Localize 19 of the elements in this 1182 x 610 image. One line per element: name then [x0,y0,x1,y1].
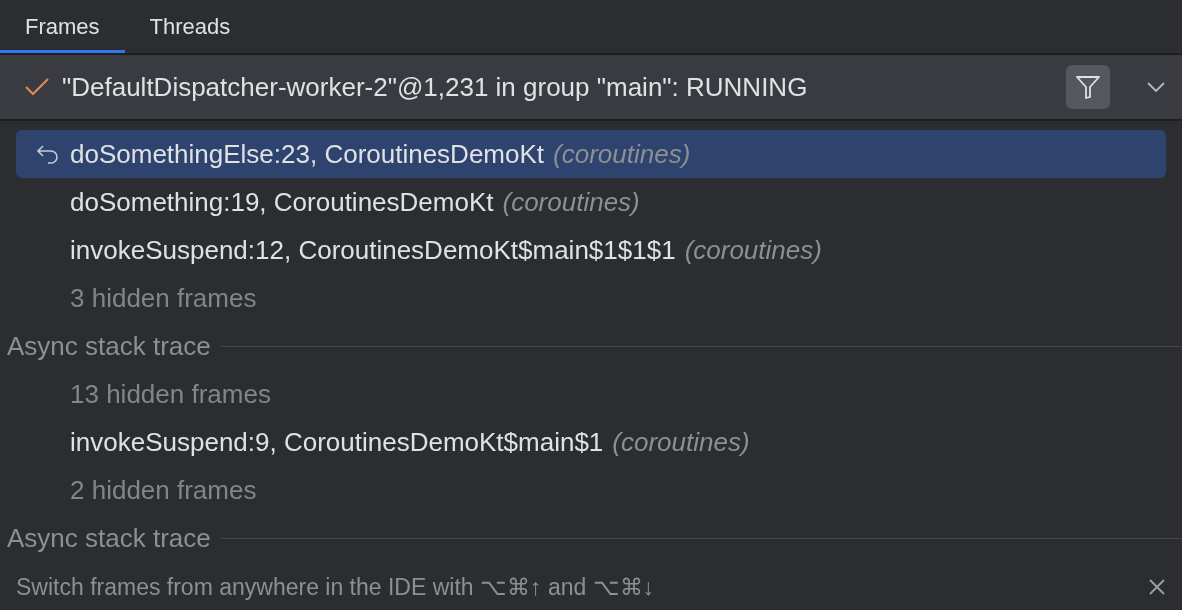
frame-row[interactable]: doSomethingElse:23, CoroutinesDemoKt (coroutines) [16,130,1166,178]
close-icon[interactable] [1148,578,1166,596]
thread-label: "DefaultDispatcher-worker-2"@1,231 in group "main": RUNNING [62,71,809,103]
return-arrow-icon [36,143,60,165]
tab[interactable]: Threads [124,0,256,53]
frame-row[interactable]: invokeSuspend:12, CoroutinesDemoKt$main$1$1$1 (coroutines) [16,226,1166,274]
frame-row[interactable]: invokeSuspend:9, CoroutinesDemoKt$main$1 (coroutines) [16,418,1166,466]
hidden-frames-label[interactable]: 2 hidden frames [70,474,257,506]
filter-button[interactable] [1066,65,1110,109]
hidden-frames-label[interactable]: 13 hidden frames [70,378,271,410]
section-label: Async stack trace [7,330,211,362]
check-icon [24,77,50,97]
thread-header[interactable]: "DefaultDispatcher-worker-2"@1,231 in group "main": RUNNING [0,55,1182,121]
section-label: Async stack trace [7,522,211,554]
hint-text: Switch frames from anywhere in the IDE with ⌥⌘↑ and ⌥⌘↓ [16,573,655,601]
chevron-down-icon[interactable] [1146,81,1166,93]
hidden-frames-label[interactable]: 3 hidden frames [70,282,257,314]
frame-row[interactable]: doSomething:19, CoroutinesDemoKt (coroutines) [16,178,1166,226]
filter-icon [1075,74,1101,100]
